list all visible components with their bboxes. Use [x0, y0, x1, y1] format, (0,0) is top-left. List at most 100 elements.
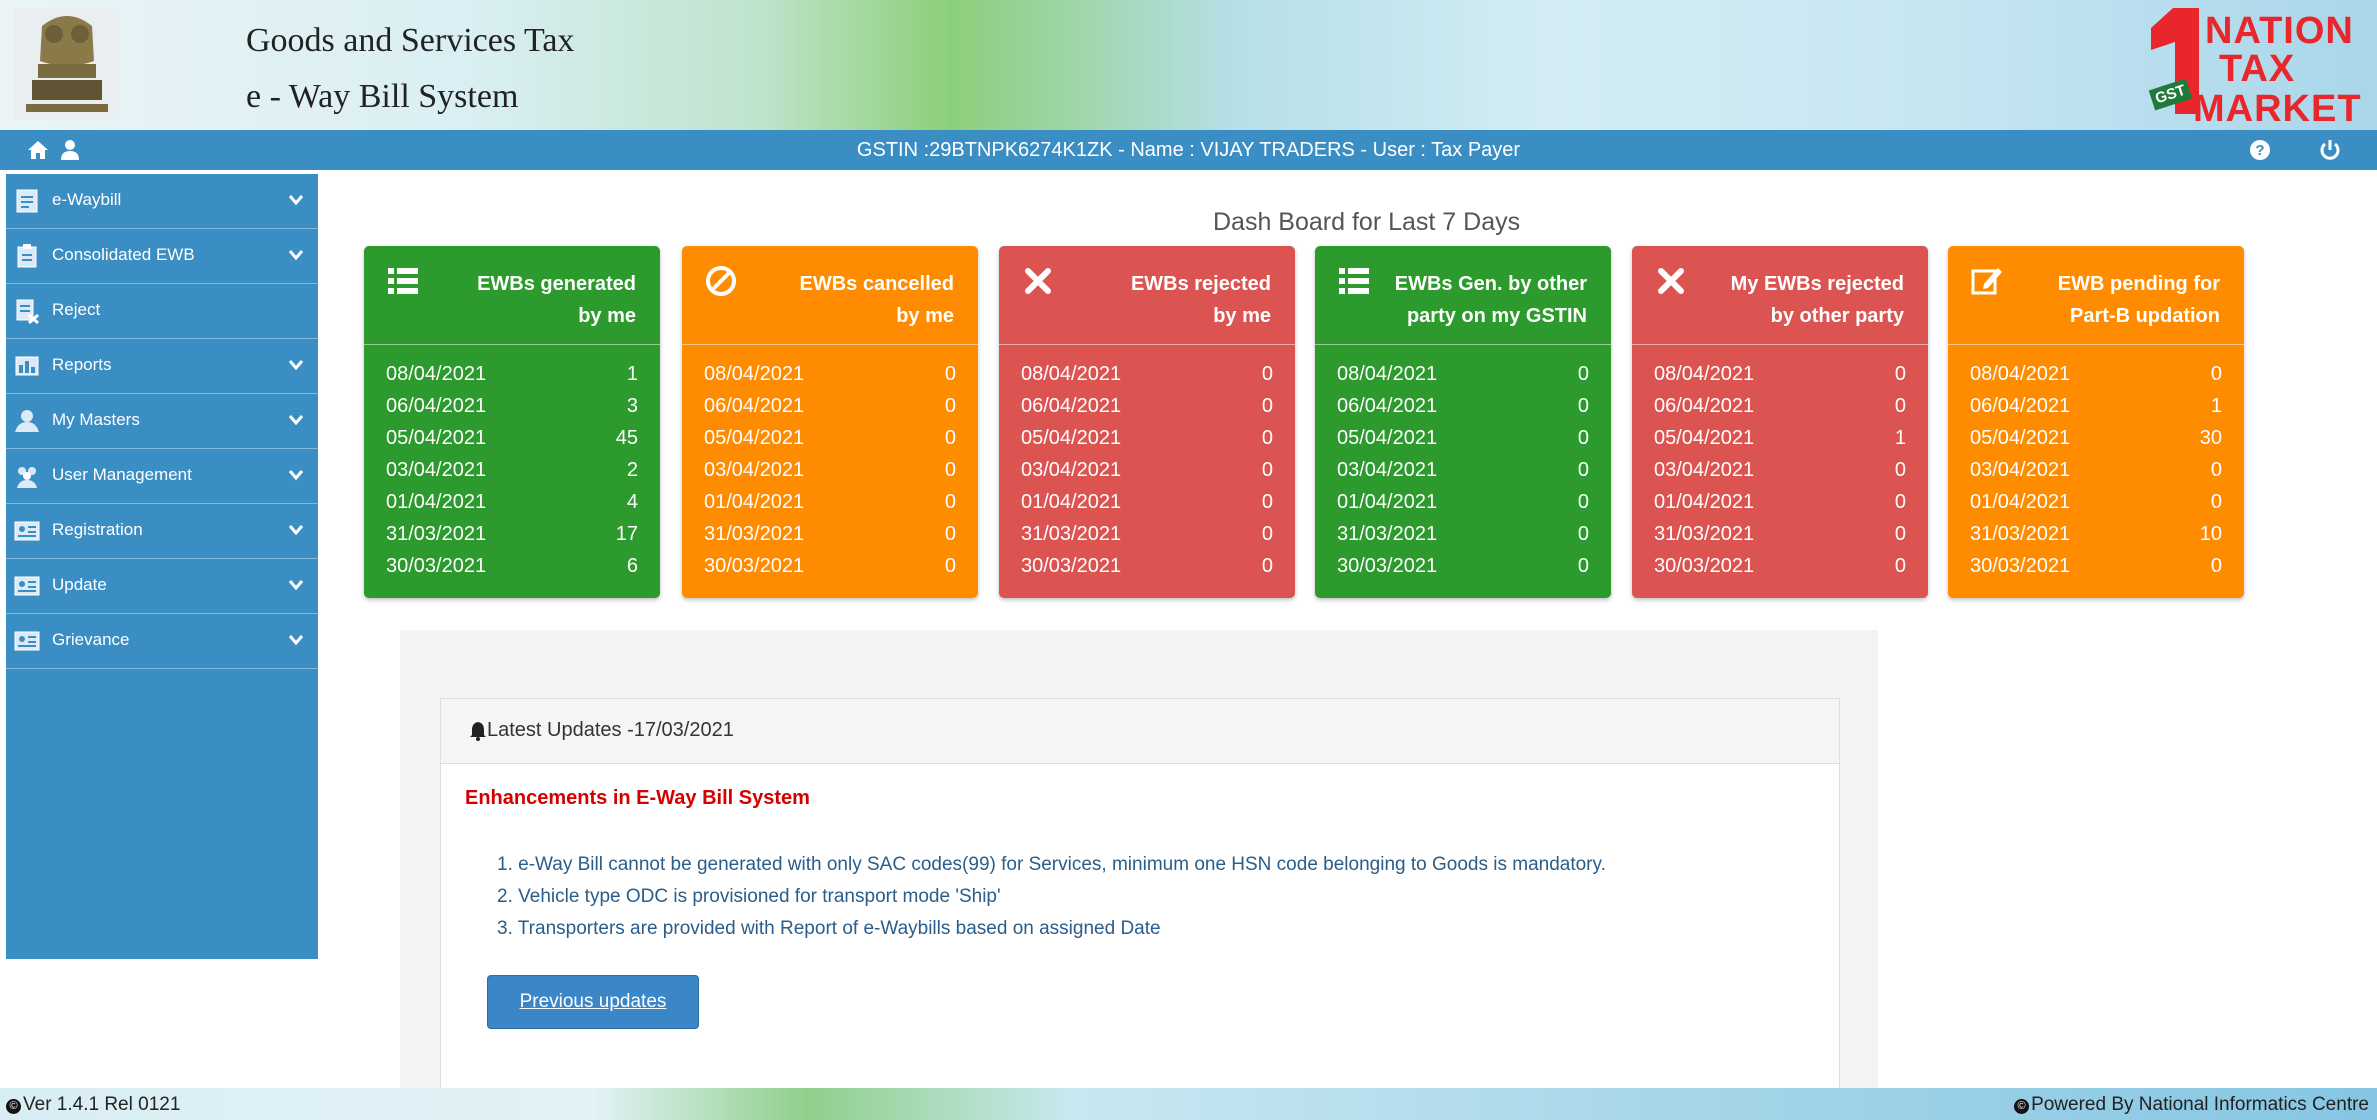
sidebar-item-label: Grievance [52, 630, 130, 649]
card-ewb-pending-part-b[interactable]: EWB pending for Part-B updation 08/04/20… [1948, 246, 2244, 598]
card-row: 31/03/2021 0 [1021, 518, 1273, 550]
sidebar-item-label: e-Waybill [52, 190, 122, 209]
row-date: 06/04/2021 [1021, 395, 1122, 417]
row-date: 06/04/2021 [1654, 395, 1755, 417]
sidebar-item-my-masters[interactable]: My Masters [6, 394, 318, 449]
nation-tax-market-logo: NATION TAX MARKET GST [2133, 6, 2363, 130]
card-title-line1: EWB pending for [2057, 273, 2220, 295]
row-date: 30/03/2021 [704, 555, 805, 577]
row-count: 0 [1894, 363, 1906, 385]
sidebar-item-user-management[interactable]: User Management [6, 449, 318, 504]
sidebar-item-label: My Masters [52, 410, 140, 429]
close-icon [1658, 268, 1684, 294]
row-count: 0 [1577, 555, 1589, 577]
card-row: 31/03/2021 10 [1970, 518, 2222, 550]
row-date: 08/04/2021 [386, 363, 487, 385]
card-rows: 08/04/2021 0 06/04/2021 1 05/04/2021 30 03/04/… [1970, 358, 2222, 582]
card-my-ewbs-rejected-by-other-party[interactable]: My EWBs rejected by other party 08/04/20… [1632, 246, 1928, 598]
sidebar-item-consolidated-ewb[interactable]: Consolidated EWB [6, 229, 318, 284]
reject-document-icon [16, 299, 39, 324]
row-date: 08/04/2021 [704, 363, 805, 385]
row-date: 03/04/2021 [386, 459, 487, 481]
id-card-icon [14, 576, 40, 596]
sidebar-item-reject[interactable]: Reject [6, 284, 318, 339]
chevron-down-icon [288, 415, 304, 426]
card-row: 30/03/2021 6 [386, 550, 638, 582]
row-count: 3 [626, 395, 638, 417]
card-title: EWBs cancelled by me [754, 268, 954, 332]
copyright-icon: © [6, 1099, 21, 1114]
card-row: 30/03/2021 0 [704, 550, 956, 582]
card-divider [1632, 344, 1928, 345]
card-row: 01/04/2021 0 [1021, 486, 1273, 518]
card-ewbs-gen-by-other-party[interactable]: EWBs Gen. by other party on my GSTIN 08/… [1315, 246, 1611, 598]
row-count: 2 [626, 459, 638, 481]
row-date: 01/04/2021 [386, 491, 487, 513]
row-date: 30/03/2021 [386, 555, 487, 577]
card-row: 03/04/2021 2 [386, 454, 638, 486]
bell-icon [470, 722, 486, 741]
row-date: 31/03/2021 [1654, 523, 1755, 545]
card-rows: 08/04/2021 0 06/04/2021 0 05/04/2021 0 03/04/2… [704, 358, 956, 582]
id-card-icon [14, 521, 40, 541]
row-count: 0 [1261, 555, 1273, 577]
logo-line-2: TAX [2219, 48, 2296, 90]
row-count: 1 [2210, 395, 2222, 417]
update-item: 3. Transporters are provided with Report… [497, 918, 1161, 939]
card-row: 01/04/2021 0 [1970, 486, 2222, 518]
row-count: 1 [1894, 427, 1906, 449]
site-title: Goods and Services Tax [246, 22, 575, 59]
card-ewbs-generated-by-me[interactable]: EWBs generated by me 08/04/2021 1 06/04/20… [364, 246, 660, 598]
sidebar-item-reports[interactable]: Reports [6, 339, 318, 394]
dashboard-title: Dash Board for Last 7 Days [1213, 208, 1521, 236]
row-count: 0 [1577, 491, 1589, 513]
site-subtitle: e - Way Bill System [246, 78, 519, 115]
card-row: 01/04/2021 0 [1337, 486, 1589, 518]
row-date: 30/03/2021 [1021, 555, 1122, 577]
card-divider [1948, 344, 2244, 345]
row-count: 0 [1261, 427, 1273, 449]
card-row: 06/04/2021 0 [1654, 390, 1906, 422]
row-count: 0 [1577, 395, 1589, 417]
card-row: 06/04/2021 0 [1021, 390, 1273, 422]
sidebar-item-label: Update [52, 575, 107, 594]
enhancements-heading: Enhancements in E-Way Bill System [465, 787, 810, 809]
sidebar-item-e-waybill[interactable]: e-Waybill [6, 174, 318, 229]
card-row: 06/04/2021 3 [386, 390, 638, 422]
chevron-down-icon [288, 250, 304, 261]
help-icon[interactable]: ? [2248, 138, 2272, 162]
chevron-down-icon [288, 580, 304, 591]
row-date: 06/04/2021 [386, 395, 487, 417]
row-date: 03/04/2021 [1337, 459, 1438, 481]
card-row: 30/03/2021 0 [1654, 550, 1906, 582]
clipboard-icon [17, 244, 37, 268]
sidebar-item-registration[interactable]: Registration [6, 504, 318, 559]
card-title-line2: Part-B updation [2070, 305, 2220, 327]
card-row: 06/04/2021 1 [1970, 390, 2222, 422]
chevron-down-icon [288, 360, 304, 371]
update-item: 2. Vehicle type ODC is provisioned for t… [497, 886, 1001, 907]
card-title-line1: My EWBs rejected [1730, 273, 1904, 295]
card-title-line2: by me [578, 305, 636, 327]
chevron-down-icon [288, 635, 304, 646]
row-date: 05/04/2021 [1021, 427, 1122, 449]
power-icon[interactable] [2318, 138, 2342, 162]
card-row: 05/04/2021 30 [1970, 422, 2222, 454]
card-rows: 08/04/2021 0 06/04/2021 0 05/04/2021 0 03/04/2… [1021, 358, 1273, 582]
user-master-icon [15, 410, 39, 432]
row-date: 31/03/2021 [1337, 523, 1438, 545]
previous-updates-button[interactable]: Previous updates [487, 975, 699, 1029]
top-navigation-bar: GSTIN :29BTNPK6274K1ZK - Name : VIJAY TR… [0, 130, 2377, 170]
card-ewbs-cancelled-by-me[interactable]: EWBs cancelled by me 08/04/2021 0 06/04/20… [682, 246, 978, 598]
sidebar-item-grievance[interactable]: Grievance [6, 614, 318, 669]
card-ewbs-rejected-by-me[interactable]: EWBs rejected by me 08/04/2021 0 06/04/202… [999, 246, 1295, 598]
sidebar-item-update[interactable]: Update [6, 559, 318, 614]
list-icon [1339, 268, 1369, 294]
card-row: 05/04/2021 1 [1654, 422, 1906, 454]
row-count: 0 [1577, 427, 1589, 449]
id-card-icon [14, 631, 40, 651]
card-row: 03/04/2021 0 [1337, 454, 1589, 486]
row-date: 31/03/2021 [1021, 523, 1122, 545]
card-row: 08/04/2021 0 [1337, 358, 1589, 390]
card-row: 01/04/2021 0 [1654, 486, 1906, 518]
